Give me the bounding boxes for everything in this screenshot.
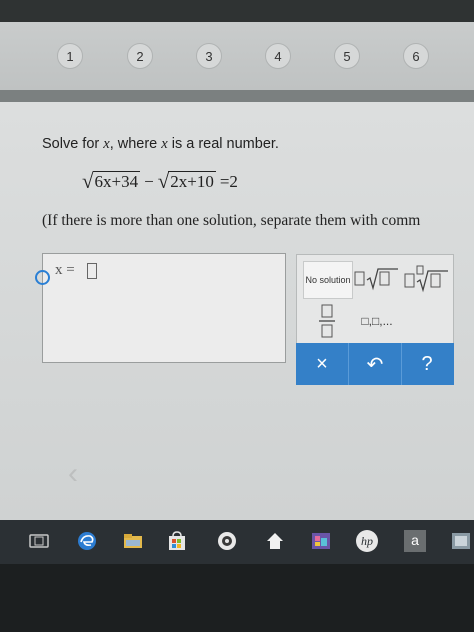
home-icon[interactable] — [262, 528, 288, 554]
svg-text:a: a — [411, 532, 419, 548]
step-6-button[interactable]: 6 — [403, 43, 429, 69]
help-icon: ? — [421, 352, 433, 375]
hp-logo-icon[interactable]: hp — [354, 528, 380, 554]
task-view-icon[interactable] — [26, 528, 52, 554]
answer-label: x = — [55, 262, 75, 278]
screen-bezel-bottom — [0, 564, 474, 632]
question-panel: Solve for x, where x is a real number. √… — [0, 102, 474, 520]
answer-slot[interactable] — [87, 263, 97, 279]
amazon-icon[interactable]: a — [402, 528, 428, 554]
app-icon[interactable] — [448, 528, 474, 554]
step-3-button[interactable]: 3 — [196, 43, 222, 69]
file-explorer-icon[interactable] — [120, 528, 146, 554]
step-1-button[interactable]: 1 — [57, 43, 83, 69]
square-root-icon — [354, 268, 398, 291]
radical-1: √ 6x+34 — [82, 170, 141, 192]
store-icon[interactable] — [164, 528, 190, 554]
cursor-indicator — [35, 270, 50, 285]
list-button[interactable]: □,□,... — [353, 301, 401, 341]
undo-button[interactable]: ↶ — [348, 343, 402, 385]
radical-2: √ 2x+10 — [158, 170, 216, 192]
radicand-2: 2x+10 — [168, 171, 216, 191]
nth-root-icon — [404, 265, 448, 293]
equals-two: =2 — [219, 172, 238, 191]
undo-icon: ↶ — [366, 353, 384, 376]
minus-sign: − — [144, 172, 154, 191]
equation: √ 6x+34 − √ 2x+10 =2 — [82, 170, 242, 192]
no-solution-button[interactable]: No solution — [303, 261, 353, 299]
step-5-button[interactable]: 5 — [334, 43, 360, 69]
media-player-icon[interactable] — [214, 528, 240, 554]
screen-bezel-top — [0, 0, 474, 22]
clear-button[interactable]: × — [296, 343, 348, 385]
step-2-button[interactable]: 2 — [127, 43, 153, 69]
svg-text:hp: hp — [361, 534, 373, 548]
nth-root-button[interactable] — [403, 261, 451, 297]
fraction-icon — [319, 304, 335, 338]
question-step-bar: 1 2 3 4 5 6 — [0, 22, 474, 90]
answer-input-area[interactable]: x = — [35, 253, 286, 363]
help-button[interactable]: ? — [401, 343, 453, 385]
radicand-1: 6x+34 — [92, 171, 141, 191]
multiple-solutions-note: (If there is more than one solution, sep… — [42, 212, 421, 229]
problem-prompt: Solve for x, where x is a real number. — [42, 136, 279, 152]
fraction-button[interactable] — [303, 301, 351, 341]
close-icon: × — [316, 352, 328, 375]
edge-browser-icon[interactable] — [74, 528, 100, 554]
step-4-button[interactable]: 4 — [265, 43, 291, 69]
photos-app-icon[interactable] — [308, 528, 334, 554]
chevron-left-icon[interactable]: ‹ — [68, 459, 78, 489]
keypad-action-bar: × ↶ ? — [296, 343, 454, 385]
taskbar: hp a — [0, 520, 474, 564]
header-divider — [0, 90, 474, 102]
square-root-button[interactable] — [353, 261, 401, 297]
